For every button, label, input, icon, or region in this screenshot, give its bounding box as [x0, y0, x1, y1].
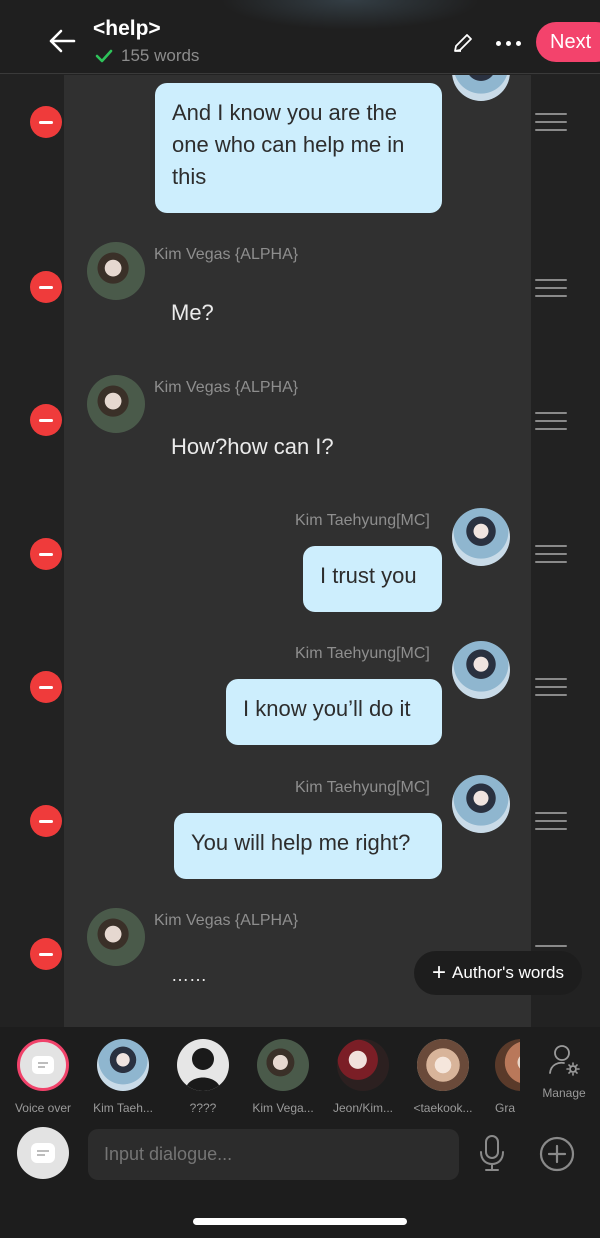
delete-message-icon[interactable] [30, 538, 62, 570]
speaker-name: Kim Vegas {ALPHA} [154, 246, 299, 263]
delete-message-icon[interactable] [30, 938, 62, 970]
character-bar: Voice over Kim Taeh... ???? Kim Vega... … [0, 1027, 600, 1115]
message-bubble[interactable]: I know you’ll do it [226, 679, 442, 745]
avatar-kim-taehyung[interactable] [452, 508, 510, 566]
word-count: 155 words [95, 46, 199, 66]
character-unknown[interactable]: ???? [163, 1039, 243, 1115]
voice-over-icon [17, 1039, 69, 1091]
character-name: Gra [495, 1101, 516, 1115]
authors-words-label: Author's words [452, 963, 564, 982]
character-avatar [495, 1039, 520, 1091]
character-name: Kim Taeh... [93, 1101, 153, 1115]
add-circle-icon[interactable] [538, 1135, 576, 1173]
manage-person-gear-icon [549, 1045, 580, 1076]
character-taekook[interactable]: <taekook... [403, 1039, 483, 1115]
home-indicator[interactable] [193, 1218, 407, 1225]
character-kim-vegas[interactable]: Kim Vega... [243, 1039, 323, 1115]
avatar-kim-taehyung[interactable] [452, 775, 510, 833]
voice-over-toggle-icon[interactable] [17, 1127, 69, 1179]
character-name: <taekook... [413, 1101, 473, 1115]
drag-handle-icon[interactable] [535, 678, 567, 696]
delete-message-icon[interactable] [30, 404, 62, 436]
microphone-icon[interactable] [475, 1133, 509, 1173]
next-button[interactable]: Next [536, 22, 600, 62]
delete-message-icon[interactable] [30, 805, 62, 837]
drag-handle-icon[interactable] [535, 412, 567, 430]
dialogue-input[interactable] [88, 1129, 459, 1180]
character-avatar [337, 1039, 389, 1091]
character-name: ???? [189, 1101, 217, 1115]
character-kim-taehyung[interactable]: Kim Taeh... [83, 1039, 163, 1115]
top-bar: <help> 155 words Next [0, 0, 600, 74]
message-text[interactable]: …… [171, 965, 207, 986]
chat-area[interactable]: And I know you are the one who can help … [0, 75, 600, 1027]
message-bubble[interactable]: I trust you [303, 546, 442, 612]
message-text[interactable]: How?how can I? [171, 434, 334, 460]
more-options-icon[interactable] [490, 28, 526, 58]
story-title: <help> [93, 17, 161, 40]
speaker-name: Kim Vegas {ALPHA} [154, 912, 299, 929]
avatar-kim-taehyung[interactable] [452, 641, 510, 699]
character-avatar [417, 1039, 469, 1091]
authors-words-button[interactable]: + Author's words [414, 951, 582, 995]
check-icon [95, 49, 113, 63]
character-name: Kim Vega... [252, 1101, 314, 1115]
pencil-icon[interactable] [448, 28, 478, 58]
speaker-name: Kim Taehyung[MC] [295, 645, 430, 662]
manage-characters-button[interactable]: Manage [538, 1043, 590, 1100]
message-bubble[interactable]: You will help me right? [174, 813, 442, 879]
character-jeon-kim[interactable]: Jeon/Kim... [323, 1039, 403, 1115]
avatar-kim-vegas[interactable] [87, 242, 145, 300]
character-avatar [97, 1039, 149, 1091]
delete-message-icon[interactable] [30, 271, 62, 303]
speaker-name: Kim Vegas {ALPHA} [154, 379, 299, 396]
delete-message-icon[interactable] [30, 671, 62, 703]
message-text[interactable]: Me? [171, 300, 214, 326]
speaker-name: Kim Taehyung[MC] [295, 512, 430, 529]
drag-handle-icon[interactable] [535, 279, 567, 297]
silhouette-icon [177, 1039, 229, 1091]
manage-label: Manage [542, 1086, 586, 1100]
character-gra[interactable]: Gra [490, 1039, 520, 1115]
speaker-name: Kim Taehyung[MC] [295, 779, 430, 796]
message-bubble[interactable]: And I know you are the one who can help … [155, 83, 442, 213]
avatar-kim-vegas[interactable] [87, 908, 145, 966]
character-name: Jeon/Kim... [332, 1101, 394, 1115]
back-arrow-icon[interactable] [44, 24, 80, 58]
drag-handle-icon[interactable] [535, 113, 567, 131]
character-name: Voice over [14, 1101, 72, 1115]
plus-icon: + [432, 959, 447, 986]
avatar-kim-vegas[interactable] [87, 375, 145, 433]
drag-handle-icon[interactable] [535, 812, 567, 830]
word-count-label: 155 words [121, 46, 200, 65]
delete-message-icon[interactable] [30, 106, 62, 138]
character-voice-over[interactable]: Voice over [3, 1039, 83, 1115]
header-glow [220, 0, 480, 30]
character-avatar [257, 1039, 309, 1091]
drag-handle-icon[interactable] [535, 545, 567, 563]
